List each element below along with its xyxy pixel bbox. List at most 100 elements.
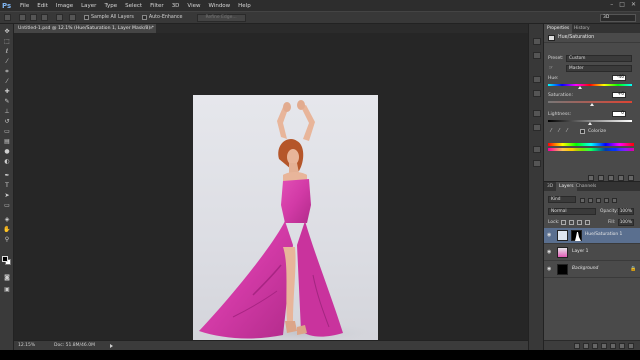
styles-panel-icon[interactable] <box>533 124 541 131</box>
visibility-eye-icon[interactable]: ◉ <box>547 250 553 255</box>
status-menu-arrow-icon[interactable] <box>110 344 113 348</box>
type-tool-icon[interactable]: T <box>3 182 11 189</box>
lock-position-icon[interactable] <box>577 220 582 225</box>
3d-tool-icon[interactable]: ◈ <box>3 216 11 223</box>
crop-tool-icon[interactable]: ⌗ <box>3 68 11 75</box>
actions-panel-icon[interactable] <box>533 52 541 59</box>
visibility-eye-icon[interactable]: ◉ <box>547 233 553 238</box>
new-group-icon[interactable] <box>610 343 616 349</box>
filter-smart-object-icon[interactable] <box>612 198 617 203</box>
add-mask-icon[interactable] <box>592 343 598 349</box>
lock-image-icon[interactable] <box>569 220 574 225</box>
layer-mask-thumbnail[interactable] <box>571 230 582 241</box>
gradient-tool-icon[interactable]: ▤ <box>3 138 11 145</box>
layer-row-hue-saturation[interactable]: ◉ Hue/Saturation 1 <box>544 228 640 244</box>
hue-slider-thumb[interactable] <box>577 86 582 89</box>
layer-style-icon[interactable] <box>583 343 589 349</box>
lock-all-icon[interactable] <box>585 220 590 225</box>
layer-filter-select[interactable]: Kind <box>548 196 576 203</box>
rectangle-tool-icon[interactable]: ▭ <box>3 202 11 209</box>
screen-mode-icon[interactable]: ▣ <box>3 286 11 293</box>
preset-select[interactable]: Custom <box>566 55 632 62</box>
lightness-slider-thumb[interactable] <box>588 122 592 125</box>
zoom-tool-icon[interactable]: ⚲ <box>3 236 11 243</box>
opacity-field[interactable]: 100% <box>618 208 634 215</box>
add-to-selection-icon[interactable] <box>30 14 37 21</box>
menu-select[interactable]: Select <box>125 3 142 9</box>
canvas-area[interactable] <box>14 33 528 349</box>
dodge-tool-icon[interactable]: ◐ <box>3 158 11 165</box>
brush-panel-icon[interactable] <box>533 146 541 153</box>
quick-select-tool-icon[interactable]: ⁄ <box>3 58 11 65</box>
saturation-slider-thumb[interactable] <box>589 103 594 106</box>
menu-file[interactable]: File <box>20 3 29 9</box>
hue-slider[interactable] <box>548 84 632 86</box>
eyedropper-icon[interactable]: ⁄ <box>548 128 554 134</box>
colorize-checkbox[interactable] <box>580 129 585 134</box>
workspace-select[interactable]: 3D <box>600 14 636 22</box>
hue-value-field[interactable]: -46 <box>612 75 626 81</box>
hand-tool-icon[interactable]: ✋ <box>3 226 11 233</box>
color-panel-icon[interactable] <box>533 76 541 83</box>
new-layer-icon[interactable] <box>619 343 625 349</box>
brush-tool-icon[interactable]: ✎ <box>3 98 11 105</box>
link-layers-icon[interactable] <box>574 343 580 349</box>
tab-3d[interactable]: 3D <box>544 182 556 191</box>
subtract-from-selection-icon[interactable] <box>41 14 48 21</box>
filter-pixel-icon[interactable] <box>580 198 585 203</box>
fill-field[interactable]: 100% <box>618 219 634 226</box>
document-tab[interactable]: Untitled-1.psd @ 12.1% (Hue/Saturation 1… <box>14 24 156 33</box>
menu-view[interactable]: View <box>187 3 200 9</box>
history-panel-icon[interactable] <box>533 38 541 45</box>
clip-to-layer-icon[interactable] <box>588 175 594 181</box>
blend-mode-select[interactable]: Normal <box>548 208 596 215</box>
menu-3d[interactable]: 3D <box>172 3 180 9</box>
close-tab-icon[interactable]: × <box>149 24 153 33</box>
foreground-color-swatch[interactable] <box>2 256 8 262</box>
menu-help[interactable]: Help <box>238 3 251 9</box>
marquee-tool-icon[interactable]: ⬚ <box>3 38 11 45</box>
clone-stamp-tool-icon[interactable]: ⊥ <box>3 108 11 115</box>
menu-edit[interactable]: Edit <box>37 3 48 9</box>
maximize-icon[interactable]: □ <box>619 1 625 8</box>
healing-brush-tool-icon[interactable]: ✚ <box>3 88 11 95</box>
view-previous-icon[interactable] <box>598 175 604 181</box>
tab-history[interactable]: History <box>571 24 593 33</box>
minimize-icon[interactable]: – <box>610 1 613 8</box>
new-selection-icon[interactable] <box>19 14 26 21</box>
blur-tool-icon[interactable]: ● <box>3 148 11 155</box>
visibility-icon[interactable] <box>618 175 624 181</box>
refine-edge-button[interactable]: Refine Edge... <box>196 13 246 22</box>
saturation-value-field[interactable]: +6 <box>612 92 626 98</box>
hand-adjust-icon[interactable]: ☞ <box>548 65 554 71</box>
sample-all-layers-checkbox[interactable] <box>84 15 89 20</box>
channel-select[interactable]: Master <box>566 65 632 72</box>
history-brush-tool-icon[interactable]: ↺ <box>3 118 11 125</box>
eyedropper-minus-icon[interactable]: ⁄ <box>564 128 570 134</box>
filter-type-icon[interactable] <box>596 198 601 203</box>
filter-shape-icon[interactable] <box>604 198 609 203</box>
zoom-level[interactable]: 12.15% <box>18 341 35 350</box>
layer-row-background[interactable]: ◉ Background 🔒 <box>544 262 640 278</box>
reset-icon[interactable] <box>608 175 614 181</box>
filter-adjustment-icon[interactable] <box>588 198 593 203</box>
path-selection-tool-icon[interactable]: ➤ <box>3 192 11 199</box>
menu-layer[interactable]: Layer <box>81 3 96 9</box>
menu-type[interactable]: Type <box>104 3 117 9</box>
move-tool-icon[interactable]: ✥ <box>3 28 11 35</box>
auto-enhance-checkbox[interactable] <box>141 15 147 20</box>
canvas-image[interactable] <box>193 95 378 349</box>
menu-image[interactable]: Image <box>56 3 73 9</box>
tab-properties[interactable]: Properties <box>544 24 573 33</box>
delete-adjustment-icon[interactable] <box>628 175 634 181</box>
quick-selection-tool-icon[interactable] <box>4 14 11 21</box>
sample-layers-icon[interactable] <box>69 14 76 21</box>
brush-picker-icon[interactable] <box>56 14 63 21</box>
lock-transparent-icon[interactable] <box>561 220 566 225</box>
new-adjustment-layer-icon[interactable] <box>601 343 607 349</box>
eyedropper-plus-icon[interactable]: ⁄ <box>556 128 562 134</box>
color-swatches[interactable] <box>2 256 12 266</box>
eyedropper-tool-icon[interactable]: ⁄ <box>3 78 11 85</box>
adjustments-panel-icon[interactable] <box>533 110 541 117</box>
visibility-eye-icon[interactable]: ◉ <box>547 267 553 272</box>
